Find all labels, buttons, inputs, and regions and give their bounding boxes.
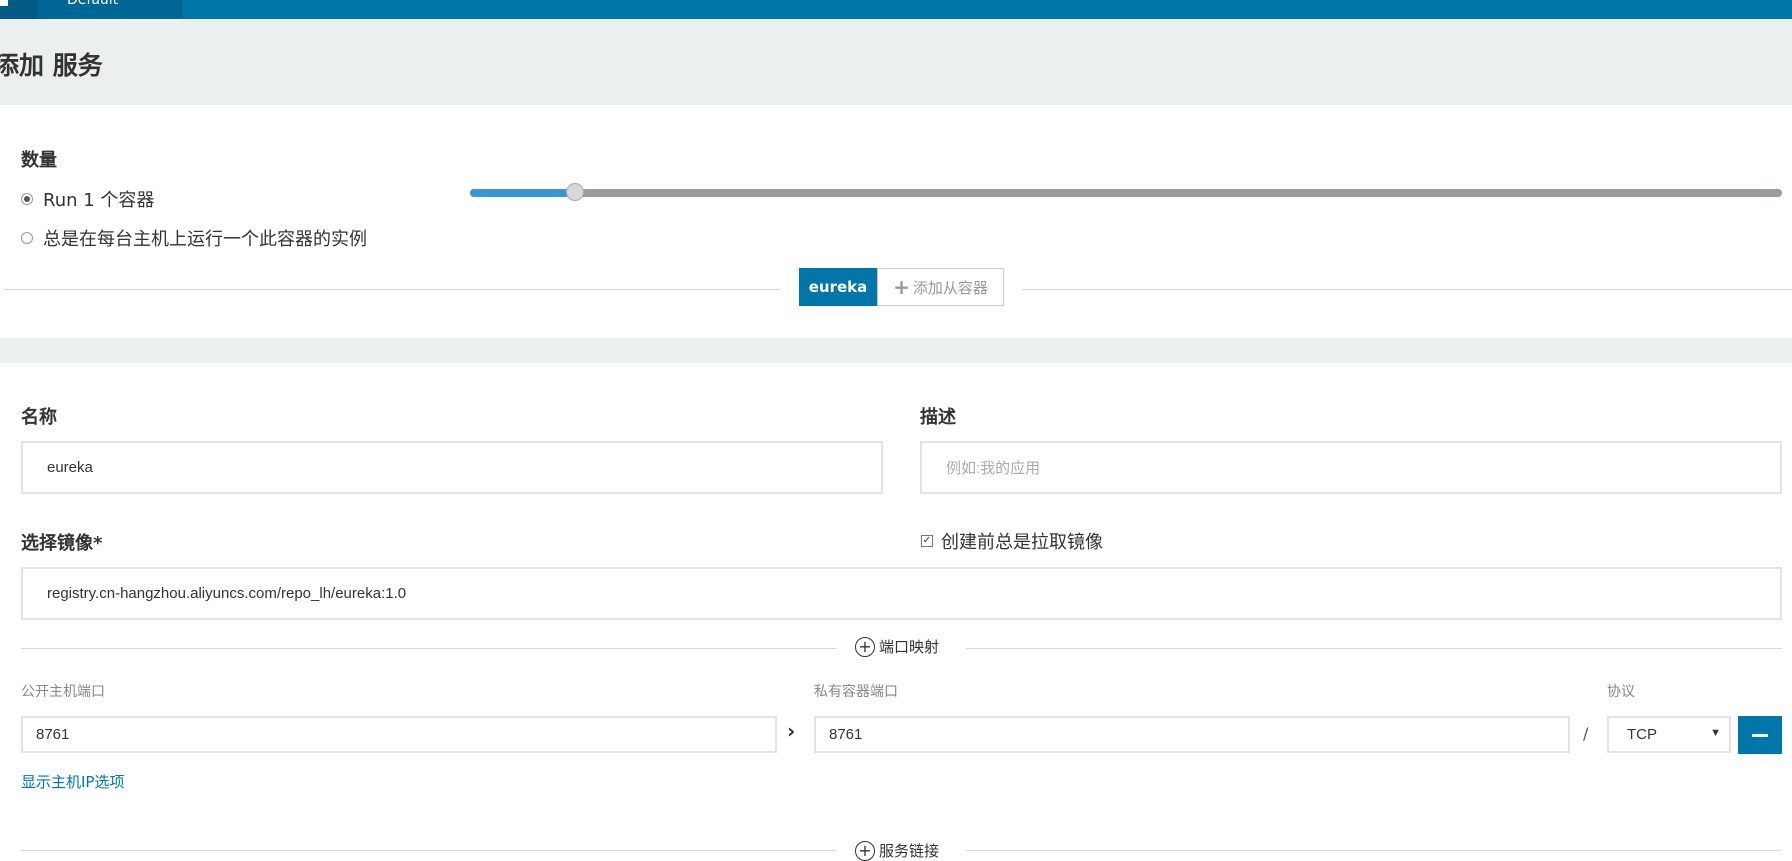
slider-handle[interactable]	[565, 183, 584, 201]
section-separator	[0, 338, 1792, 363]
home-icon	[0, 0, 8, 6]
remove-port-button[interactable]	[1738, 716, 1782, 754]
slider-fill	[470, 189, 575, 197]
protocol-select[interactable]: TCP ▼	[1607, 716, 1731, 753]
circle-plus-icon: +	[855, 636, 875, 657]
radio-icon[interactable]	[21, 232, 33, 244]
page-header	[0, 19, 1792, 105]
checkbox-checked-icon[interactable]: ✓	[921, 535, 933, 547]
image-input[interactable]: registry.cn-hangzhou.aliyuncs.com/repo_l…	[21, 567, 1782, 620]
caret-down-icon: ▼	[1710, 727, 1721, 739]
chevron-right-icon: ›	[787, 719, 796, 743]
name-input[interactable]: eureka	[21, 441, 883, 494]
page-title: 添加 服务	[0, 51, 103, 80]
add-sidekick-label: 添加从容器	[912, 278, 988, 297]
nav-tab-label: Default	[67, 0, 119, 8]
description-label: 描述	[920, 407, 956, 428]
always-pull-label: 创建前总是拉取镜像	[941, 532, 1103, 553]
circle-plus-icon: +	[855, 840, 875, 861]
minus-icon	[1752, 733, 1768, 737]
radio-global[interactable]: 总是在每台主机上运行一个此容器的实例	[21, 225, 367, 251]
divider-line	[21, 850, 836, 851]
slash-separator: /	[1583, 724, 1589, 743]
name-label: 名称	[21, 407, 57, 428]
add-service-link-button[interactable]: + 服务链接	[853, 840, 942, 861]
slider-track	[470, 189, 1782, 197]
port-mapping-label: 端口映射	[879, 638, 940, 656]
tab-container-eureka[interactable]: eureka	[799, 268, 877, 306]
nav-tab-home[interactable]	[0, 0, 37, 19]
divider-line	[21, 648, 836, 649]
scale-slider[interactable]	[470, 183, 1782, 201]
radio-run-count-label: Run 1 个容器	[43, 190, 155, 211]
public-port-label: 公开主机端口	[21, 684, 105, 700]
divider-line	[3, 289, 781, 290]
add-sidekick-button[interactable]: + 添加从容器	[877, 268, 1004, 306]
top-nav-bar: Default	[0, 0, 1792, 19]
add-port-mapping-button[interactable]: + 端口映射	[853, 636, 942, 657]
radio-global-label: 总是在每台主机上运行一个此容器的实例	[43, 229, 367, 250]
plus-icon: +	[893, 275, 910, 299]
image-label: 选择镜像*	[21, 533, 103, 554]
radio-icon-checked[interactable]	[21, 193, 33, 205]
divider-line	[1022, 289, 1792, 290]
radio-run-count[interactable]: Run 1 个容器	[21, 186, 154, 212]
private-port-label: 私有容器端口	[814, 684, 898, 700]
show-host-ip-link[interactable]: 显示主机IP选项	[21, 771, 124, 792]
description-input[interactable]: 例如:我的应用	[920, 441, 1782, 494]
service-link-label: 服务链接	[879, 842, 940, 860]
divider-line	[966, 648, 1782, 649]
scale-label: 数量	[21, 150, 57, 171]
always-pull-checkbox[interactable]: ✓ 创建前总是拉取镜像	[921, 528, 1103, 554]
protocol-label: 协议	[1607, 684, 1635, 700]
protocol-selected-value: TCP	[1627, 726, 1657, 743]
divider-line	[966, 850, 1782, 851]
private-port-input[interactable]: 8761	[814, 716, 1570, 753]
public-port-input[interactable]: 8761	[21, 716, 777, 753]
nav-tab-default[interactable]: Default	[37, 0, 183, 19]
